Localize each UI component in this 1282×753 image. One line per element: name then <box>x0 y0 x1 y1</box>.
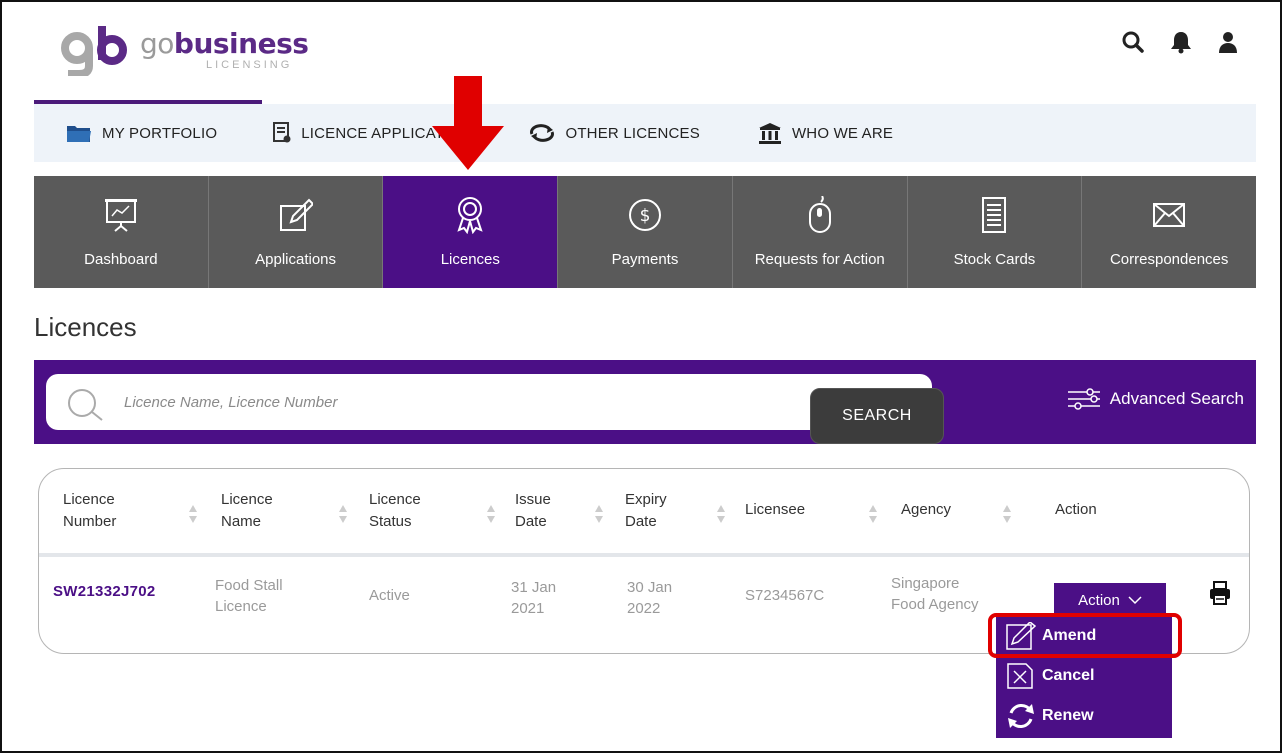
page-title: Licences <box>34 312 137 342</box>
chevron-down-icon <box>1128 596 1142 605</box>
brand-name-suffix: business <box>173 26 309 60</box>
award-icon <box>455 193 485 237</box>
agency-cell: Singapore Food Agency <box>891 575 979 613</box>
menu-label: Renew <box>1042 707 1094 724</box>
brand-wordmark: gobusiness LICENSING <box>140 26 309 71</box>
search-bar: SEARCH Advanced Search <box>34 360 1256 444</box>
presentation-icon <box>104 193 137 237</box>
list-document-icon <box>981 193 1007 237</box>
advanced-search-label: Advanced Search <box>1109 389 1244 408</box>
x-box-icon <box>1006 662 1036 690</box>
refresh-icon <box>1006 701 1036 731</box>
gobusiness-logo[interactable]: gobusiness LICENSING <box>60 20 309 80</box>
nav-label: MY PORTFOLIO <box>102 124 218 142</box>
licence-number-cell[interactable]: SW21332J702 <box>53 581 156 602</box>
col-action: Action <box>1055 501 1097 518</box>
sort-icon[interactable] <box>339 503 347 525</box>
action-label: Action <box>1078 591 1120 609</box>
advanced-search-link[interactable]: Advanced Search <box>1067 388 1244 410</box>
tab-applications[interactable]: Applications <box>209 176 384 288</box>
tab-label: Requests for Action <box>754 251 885 268</box>
sliders-icon <box>1067 388 1100 410</box>
search-button[interactable]: SEARCH <box>810 388 944 444</box>
edit-icon <box>279 193 313 237</box>
col-licence-status[interactable]: Licence Status <box>369 489 421 533</box>
search-box: SEARCH <box>46 374 944 444</box>
nav-who-we-are[interactable]: WHO WE ARE <box>758 122 893 144</box>
nav-other-licences[interactable]: OTHER LICENCES <box>529 124 700 142</box>
action-menu: Amend Cancel Renew <box>996 614 1172 738</box>
folder-icon <box>67 126 91 142</box>
mouse-icon <box>808 193 832 237</box>
col-expiry-date[interactable]: Expiry Date <box>625 489 667 533</box>
sort-icon[interactable] <box>1003 503 1011 525</box>
print-icon[interactable] <box>1209 581 1231 610</box>
nav-my-portfolio[interactable]: MY PORTFOLIO <box>66 123 217 143</box>
nav-label: WHO WE ARE <box>791 124 894 142</box>
tab-stock-cards[interactable]: Stock Cards <box>908 176 1083 288</box>
search-icon[interactable] <box>1122 31 1144 53</box>
brand-name-prefix: go <box>140 26 174 60</box>
licence-status-cell: Active <box>369 587 410 604</box>
tab-label: Licences <box>440 251 500 268</box>
tab-requests-for-action[interactable]: Requests for Action <box>733 176 908 288</box>
tab-label: Applications <box>255 251 337 268</box>
sort-icon[interactable] <box>189 503 197 525</box>
exchange-icon <box>530 124 555 142</box>
action-dropdown-button[interactable]: Action <box>1054 583 1166 617</box>
issue-date-cell: 31 Jan 2021 <box>511 579 557 617</box>
dollar-icon: $ <box>628 193 662 237</box>
sort-icon[interactable] <box>595 503 603 525</box>
bell-icon[interactable] <box>1170 30 1192 54</box>
search-icon <box>66 387 106 426</box>
menu-item-renew[interactable]: Renew <box>996 698 1172 734</box>
table-header: Licence Number Licence Name Licence Status … <box>39 469 1249 557</box>
svg-text:$: $ <box>640 206 651 226</box>
tab-dashboard[interactable]: Dashboard <box>34 176 209 288</box>
gb-logo-mark-icon <box>61 26 127 76</box>
header-actions <box>1122 30 1238 54</box>
sort-icon[interactable] <box>869 503 877 525</box>
tab-licences[interactable]: Licences <box>383 176 559 288</box>
tab-label: Stock Cards <box>953 251 1036 268</box>
col-licence-number[interactable]: Licence Number <box>63 489 116 533</box>
menu-item-cancel[interactable]: Cancel <box>996 658 1172 694</box>
sort-icon[interactable] <box>487 503 495 525</box>
nav-label: OTHER LICENCES <box>565 124 700 142</box>
document-icon <box>273 122 291 143</box>
pencil-box-icon <box>1006 622 1036 650</box>
tab-label: Correspondences <box>1109 251 1229 268</box>
col-licensee[interactable]: Licensee <box>745 499 805 521</box>
envelope-icon <box>1153 193 1186 237</box>
col-licence-name[interactable]: Licence Name <box>221 489 273 533</box>
user-icon[interactable] <box>1218 31 1238 53</box>
institution-icon <box>758 123 781 144</box>
menu-label: Amend <box>1042 627 1097 644</box>
brand-tagline: LICENSING <box>206 58 293 71</box>
red-arrow-annotation-icon <box>432 76 504 170</box>
licence-name-cell: Food Stall Licence <box>215 577 283 615</box>
tab-correspondences[interactable]: Correspondences <box>1082 176 1256 288</box>
col-issue-date[interactable]: Issue Date <box>515 489 551 533</box>
tab-label: Payments <box>611 251 679 268</box>
menu-label: Cancel <box>1042 667 1095 684</box>
sort-icon[interactable] <box>717 503 725 525</box>
expiry-date-cell: 30 Jan 2022 <box>627 579 673 617</box>
main-tabs: Dashboard Applications Licences $ Paymen… <box>34 176 1256 288</box>
tab-label: Dashboard <box>84 251 158 268</box>
portfolio-nav: MY PORTFOLIO LICENCE APPLICATION OTHER L… <box>34 104 1256 162</box>
licensee-cell: S7234567C <box>745 587 825 604</box>
col-agency[interactable]: Agency <box>901 499 951 521</box>
menu-item-amend[interactable]: Amend <box>996 618 1172 654</box>
tab-payments[interactable]: $ Payments <box>558 176 733 288</box>
search-input[interactable] <box>124 388 804 416</box>
